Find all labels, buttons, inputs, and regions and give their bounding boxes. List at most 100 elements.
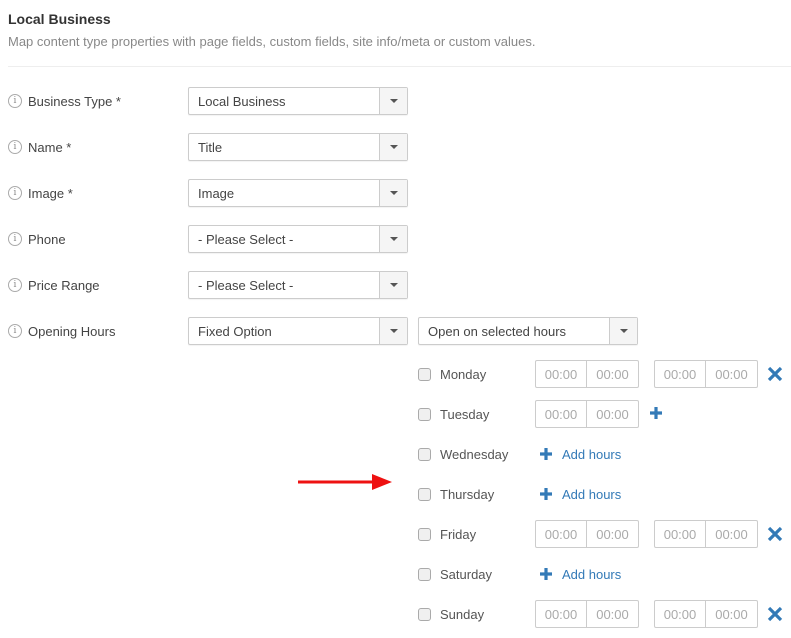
plus-icon [540, 448, 552, 460]
label-text: Price Range [28, 277, 100, 293]
business-type-select[interactable]: Local Business [188, 87, 408, 115]
dropdown-toggle[interactable] [379, 180, 407, 206]
info-icon[interactable]: i [8, 140, 22, 154]
day-label: Wednesday [440, 446, 509, 462]
day-checkbox[interactable] [418, 447, 431, 461]
time-slot: 00:00 00:00 [654, 520, 758, 548]
open-time-input[interactable]: 00:00 [535, 360, 587, 388]
caret-down-icon [389, 283, 398, 287]
day-label: Monday [440, 366, 487, 382]
field-label-name: i Name * [8, 138, 71, 156]
close-time-input[interactable]: 00:00 [587, 600, 639, 628]
add-hours-label: Add hours [562, 486, 622, 502]
day-friday: Friday [418, 524, 476, 544]
label-text: Image * [28, 185, 73, 201]
remove-hours-icon[interactable] [767, 606, 783, 622]
plus-icon [540, 568, 552, 580]
time-slot: 00:00 00:00 [654, 600, 758, 628]
caret-down-icon [619, 329, 628, 333]
day-checkbox[interactable] [418, 367, 431, 381]
section-subtitle: Map content type properties with page fi… [8, 34, 536, 49]
time-slot: 00:00 00:00 [535, 520, 639, 548]
add-hours-label: Add hours [562, 566, 622, 582]
dropdown-toggle[interactable] [609, 318, 637, 344]
image-select[interactable]: Image [188, 179, 408, 207]
time-slot: 00:00 00:00 [535, 400, 639, 428]
label-text: Phone [28, 231, 66, 247]
info-icon[interactable]: i [8, 94, 22, 108]
time-slot: 00:00 00:00 [654, 360, 758, 388]
day-wednesday: Wednesday [418, 444, 508, 464]
select-value: Fixed Option [198, 323, 272, 339]
label-text: Business Type * [28, 93, 121, 109]
add-hours-plus-icon[interactable] [649, 406, 663, 420]
time-slot: 00:00 00:00 [535, 600, 639, 628]
select-value: - Please Select - [198, 231, 294, 247]
add-hours-link[interactable]: Add hours [539, 445, 621, 463]
dropdown-toggle[interactable] [379, 226, 407, 252]
add-hours-link[interactable]: Add hours [539, 485, 621, 503]
add-hours-link[interactable]: Add hours [539, 565, 621, 583]
field-label-image: i Image * [8, 184, 73, 202]
caret-down-icon [389, 237, 398, 241]
dropdown-toggle[interactable] [379, 272, 407, 298]
divider [8, 66, 791, 67]
opening-hours-mode-select[interactable]: Open on selected hours [418, 317, 638, 345]
open-time-input[interactable]: 00:00 [535, 400, 587, 428]
select-value: Title [198, 139, 223, 155]
section-title: Local Business [8, 11, 111, 27]
select-value: Local Business [198, 93, 286, 109]
phone-select[interactable]: - Please Select - [188, 225, 408, 253]
close-time-input[interactable]: 00:00 [706, 600, 758, 628]
select-value: Image [198, 185, 235, 201]
caret-down-icon [389, 145, 398, 149]
dropdown-toggle[interactable] [379, 318, 407, 344]
day-checkbox[interactable] [418, 567, 431, 581]
open-time-input[interactable]: 00:00 [654, 360, 706, 388]
open-time-input[interactable]: 00:00 [535, 520, 587, 548]
dropdown-toggle[interactable] [379, 134, 407, 160]
close-time-input[interactable]: 00:00 [706, 360, 758, 388]
open-time-input[interactable]: 00:00 [654, 600, 706, 628]
info-icon[interactable]: i [8, 324, 22, 338]
time-slot: 00:00 00:00 [535, 360, 639, 388]
day-checkbox[interactable] [418, 527, 431, 541]
caret-down-icon [389, 99, 398, 103]
annotation-arrow-icon [298, 474, 392, 490]
day-label: Thursday [440, 486, 495, 502]
field-label-business-type: i Business Type * [8, 92, 121, 110]
name-select[interactable]: Title [188, 133, 408, 161]
close-time-input[interactable]: 00:00 [587, 360, 639, 388]
opening-hours-type-select[interactable]: Fixed Option [188, 317, 408, 345]
day-checkbox[interactable] [418, 607, 431, 621]
info-icon[interactable]: i [8, 232, 22, 246]
day-thursday: Thursday [418, 484, 494, 504]
day-monday: Monday [418, 364, 486, 384]
select-value: Open on selected hours [428, 323, 567, 339]
field-label-phone: i Phone [8, 230, 66, 248]
day-sunday: Sunday [418, 604, 484, 624]
select-value: - Please Select - [198, 277, 294, 293]
label-text: Name * [28, 139, 72, 155]
day-tuesday: Tuesday [418, 404, 489, 424]
caret-down-icon [389, 191, 398, 195]
caret-down-icon [389, 329, 398, 333]
info-icon[interactable]: i [8, 278, 22, 292]
info-icon[interactable]: i [8, 186, 22, 200]
dropdown-toggle[interactable] [379, 88, 407, 114]
day-label: Sunday [440, 606, 485, 622]
field-label-price-range: i Price Range [8, 276, 100, 294]
close-time-input[interactable]: 00:00 [706, 520, 758, 548]
price-range-select[interactable]: - Please Select - [188, 271, 408, 299]
open-time-input[interactable]: 00:00 [535, 600, 587, 628]
day-label: Tuesday [440, 406, 490, 422]
day-label: Saturday [440, 566, 493, 582]
remove-hours-icon[interactable] [767, 526, 783, 542]
day-checkbox[interactable] [418, 407, 431, 421]
day-checkbox[interactable] [418, 487, 431, 501]
close-time-input[interactable]: 00:00 [587, 400, 639, 428]
remove-hours-icon[interactable] [767, 366, 783, 382]
open-time-input[interactable]: 00:00 [654, 520, 706, 548]
close-time-input[interactable]: 00:00 [587, 520, 639, 548]
plus-icon [540, 488, 552, 500]
